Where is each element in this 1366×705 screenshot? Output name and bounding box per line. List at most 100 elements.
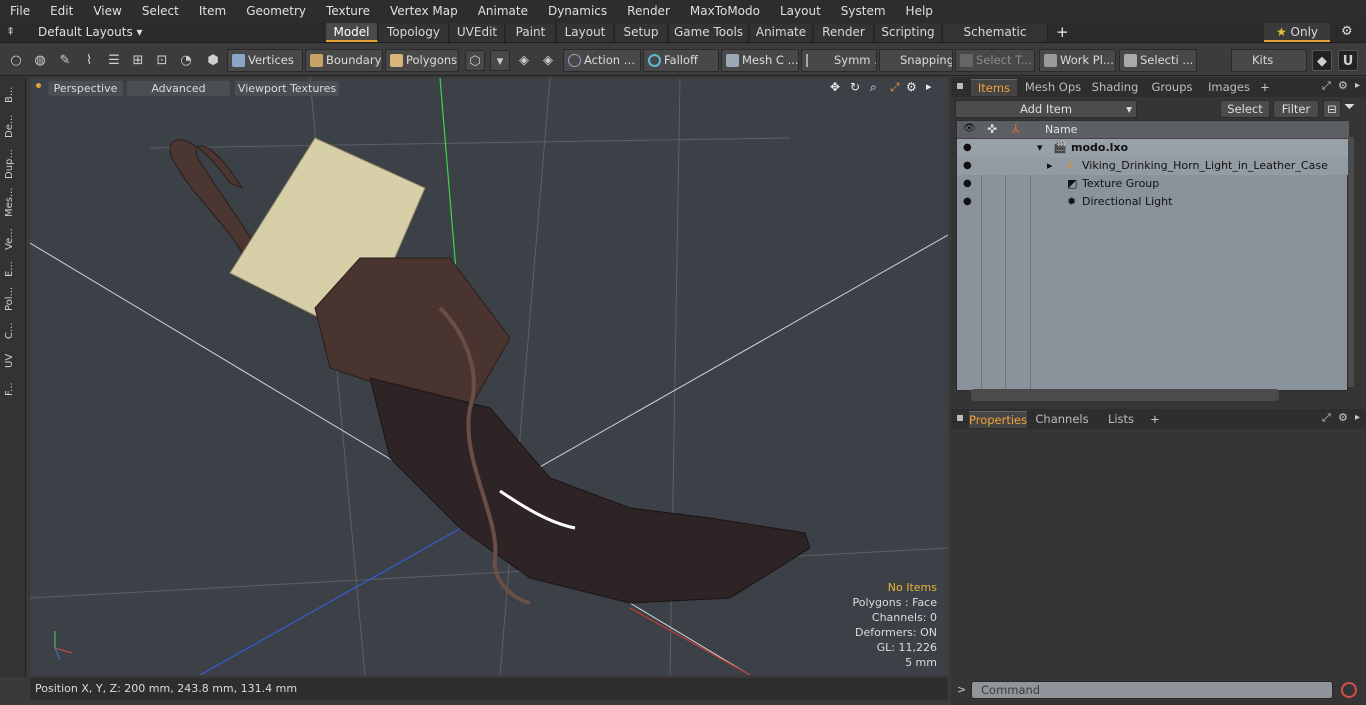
only-toggle[interactable]: ★ Only — [1264, 23, 1330, 42]
add-tab-icon[interactable]: + — [1056, 23, 1069, 41]
list-scrollbar[interactable] — [1348, 137, 1354, 387]
circle-select-icon[interactable]: ○ — [6, 50, 26, 71]
left-tab-uv[interactable]: UV — [4, 349, 20, 373]
left-tab-duplicate[interactable]: Dup... — [4, 147, 20, 181]
arc-icon[interactable]: ◔ — [176, 50, 196, 71]
visibility-icon[interactable]: 👁 — [963, 123, 976, 134]
left-tab-curve[interactable]: C... — [4, 319, 20, 343]
work-plane-button[interactable]: Work Pl... — [1039, 49, 1116, 72]
vertices-button[interactable]: Vertices — [227, 49, 303, 72]
selection-sets-button[interactable]: Selecti ... — [1119, 49, 1197, 72]
lock-shield-icon[interactable]: ◈ — [514, 50, 534, 71]
material-icon[interactable]: ⬡ — [465, 50, 485, 71]
tab-model[interactable]: Model — [326, 23, 378, 42]
tab-schematic-fusion[interactable]: Schematic Fusion — [943, 23, 1048, 58]
tab-layout[interactable]: Layout — [557, 23, 614, 42]
record-icon[interactable] — [1341, 682, 1357, 698]
tab-game-tools[interactable]: Game Tools — [669, 23, 749, 42]
menu-file[interactable]: File — [0, 4, 40, 18]
panel-gear-icon[interactable]: ⚙ — [1338, 411, 1348, 424]
action-button[interactable]: Action … — [563, 49, 641, 72]
command-input[interactable]: Command — [971, 681, 1333, 699]
box-icon[interactable]: ⊡ — [152, 50, 172, 71]
tab-lists[interactable]: Lists — [1099, 411, 1143, 428]
eye-icon[interactable]: ● — [963, 160, 975, 172]
chevron-down-icon[interactable]: ▾ — [490, 50, 510, 71]
align-icon[interactable]: ☰ — [104, 50, 124, 71]
left-tab-deform[interactable]: De... — [4, 111, 20, 141]
tab-shading[interactable]: Shading — [1087, 79, 1143, 96]
viewport-gear-icon[interactable]: ⚙ — [906, 80, 917, 94]
menu-animate[interactable]: Animate — [468, 4, 538, 18]
tab-mesh-ops[interactable]: Mesh Ops — [1023, 79, 1083, 96]
lock-column-icon[interactable]: ✜ — [987, 122, 997, 136]
select-button[interactable]: Select — [1220, 100, 1270, 118]
left-tab-edge[interactable]: E... — [4, 257, 20, 281]
tab-scripting[interactable]: Scripting — [875, 23, 942, 42]
name-column-header[interactable]: Name — [1045, 123, 1077, 136]
tab-topology[interactable]: Topology — [379, 23, 449, 42]
menu-geometry[interactable]: Geometry — [236, 4, 316, 18]
center-icon[interactable]: ⊞ — [128, 50, 148, 71]
layout-arrow-icon[interactable]: ⇞ — [6, 25, 22, 41]
zoom-view-icon[interactable]: ⌕ — [870, 80, 877, 95]
tab-paint[interactable]: Paint — [506, 23, 556, 42]
panel-menu-arrow-icon[interactable]: ▸ — [1355, 412, 1360, 423]
funnel-icon[interactable]: ⏷ — [1344, 99, 1355, 115]
boundary-button[interactable]: Boundary — [305, 49, 383, 72]
panel-gear-icon[interactable]: ⚙ — [1338, 79, 1348, 92]
tab-images[interactable]: Images — [1201, 79, 1257, 96]
panel-dot-icon[interactable] — [957, 415, 963, 421]
unreal-icon[interactable]: U — [1338, 50, 1358, 71]
menu-vertex-map[interactable]: Vertex Map — [380, 4, 468, 18]
eye-icon[interactable]: ● — [963, 196, 975, 208]
unity-icon[interactable]: ◆ — [1312, 50, 1332, 71]
tab-properties[interactable]: Properties — [969, 411, 1027, 428]
axis-column-icon[interactable]: ⅄ — [1012, 122, 1019, 136]
brush-icon[interactable]: ⌇ — [79, 50, 99, 71]
snapping-button[interactable]: Snapping — [879, 49, 953, 72]
expand-icon[interactable]: ⤢ — [1322, 79, 1331, 93]
tab-uvedit[interactable]: UVEdit — [450, 23, 505, 42]
move-view-icon[interactable]: ✥ — [830, 80, 840, 94]
menu-select[interactable]: Select — [132, 4, 189, 18]
menu-help[interactable]: Help — [896, 4, 943, 18]
eye-icon[interactable]: ● — [963, 178, 975, 190]
eye-icon[interactable]: ● — [963, 142, 975, 154]
menu-edit[interactable]: Edit — [40, 4, 83, 18]
menu-texture[interactable]: Texture — [316, 4, 380, 18]
shield-icon[interactable]: ⬢ — [203, 50, 223, 71]
tab-channels[interactable]: Channels — [1033, 411, 1091, 428]
advanced-button[interactable]: Advanced — [127, 81, 230, 96]
panel-dot-icon[interactable] — [957, 83, 963, 89]
expand-arrow-icon[interactable]: ▾ — [1037, 139, 1043, 157]
tab-groups[interactable]: Groups — [1147, 79, 1197, 96]
layouts-dropdown[interactable]: Default Layouts ▾ — [38, 24, 143, 41]
menu-layout[interactable]: Layout — [770, 4, 831, 18]
tab-items[interactable]: Items — [971, 79, 1017, 96]
menu-item[interactable]: Item — [189, 4, 236, 18]
globe-icon[interactable]: ◍ — [30, 50, 50, 71]
left-tab-vertex[interactable]: Ve... — [4, 225, 20, 253]
add-panel-tab-icon[interactable]: + — [1259, 79, 1271, 96]
left-tab-basic[interactable]: B... — [4, 83, 20, 107]
expand-arrow-icon[interactable]: ▸ — [1047, 157, 1053, 175]
add-panel-tab-icon[interactable]: + — [1149, 411, 1161, 428]
filter-button[interactable]: Filter — [1273, 100, 1319, 118]
list-item[interactable]: ● ✹ Directional Light — [957, 193, 1349, 211]
collapse-icon[interactable]: ⊟ — [1323, 100, 1341, 118]
tab-render[interactable]: Render — [814, 23, 874, 42]
list-item[interactable]: ● ▾ 🎬 modo.lxo — [957, 139, 1349, 157]
3d-viewport[interactable]: Perspective Advanced Viewport Textures ✥… — [30, 78, 948, 675]
maximize-view-icon[interactable]: ⤢ — [890, 80, 900, 95]
list-item[interactable]: ● ▸ ⅄ Viking_Drinking_Horn_Light_in_Leat… — [957, 157, 1349, 175]
mesh-constraint-button[interactable]: Mesh C ... — [721, 49, 799, 72]
kits-button[interactable]: Kits — [1231, 49, 1307, 72]
list-item[interactable]: ● ◩ Texture Group — [957, 175, 1349, 193]
list-hscrollbar[interactable] — [971, 389, 1279, 401]
menu-dynamics[interactable]: Dynamics — [538, 4, 617, 18]
menu-view[interactable]: View — [83, 4, 131, 18]
gear-icon[interactable]: ⚙ — [1341, 24, 1353, 39]
expand-icon[interactable]: ⤢ — [1322, 411, 1331, 425]
falloff-button[interactable]: Falloff — [643, 49, 719, 72]
